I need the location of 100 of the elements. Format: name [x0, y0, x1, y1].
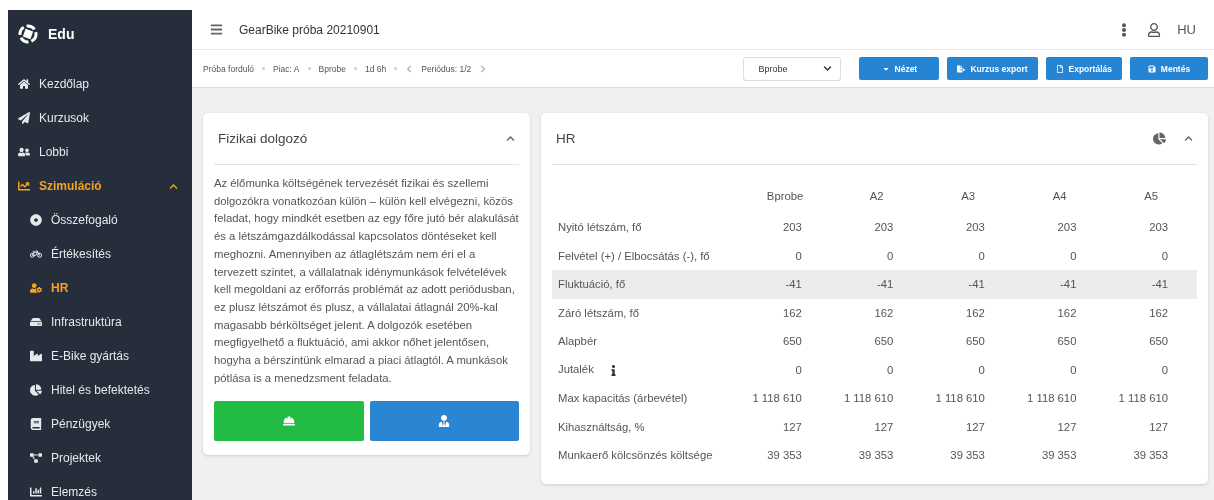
book-icon — [30, 418, 42, 430]
nav-item[interactable]: Kezdőlap — [8, 67, 192, 101]
user-icon[interactable] — [1147, 22, 1162, 37]
diagram-icon — [30, 452, 42, 464]
table-cell-text: 127 — [1148, 419, 1169, 435]
nav-item[interactable]: Infrastruktúra — [8, 305, 192, 339]
card-title: Fizikai dolgozó — [218, 131, 309, 146]
drive-icon — [30, 316, 42, 328]
table-cell: -41 — [1013, 270, 1106, 299]
businessman-icon — [438, 415, 451, 428]
row-label: Fluktuáció, fő — [552, 270, 740, 299]
logo-icon — [18, 24, 38, 44]
chevron-up-icon[interactable] — [506, 134, 515, 143]
table-cell-text: 39 353 — [1040, 448, 1078, 464]
table-cell-text: 203 — [1148, 220, 1169, 236]
nav-item[interactable]: Hitel és befektetés — [8, 373, 192, 407]
chevron-down-icon — [823, 64, 833, 73]
table-cell-text: 127 — [1056, 419, 1078, 435]
nav-item[interactable]: HR — [8, 271, 192, 305]
nav-item[interactable]: Elemzés — [8, 475, 192, 500]
toolbar-button[interactable]: Nézet — [859, 57, 940, 80]
worker-icon — [282, 415, 295, 428]
separator-dot — [353, 67, 357, 70]
menu-icon[interactable] — [210, 23, 223, 36]
table-cell: 0 — [922, 241, 1014, 270]
file-export-icon — [957, 64, 966, 73]
save-icon — [1147, 64, 1156, 73]
chevron-up-icon — [169, 181, 178, 191]
table-cell: 162 — [1013, 298, 1106, 327]
bar-chart-icon — [30, 486, 42, 498]
separator-dot — [307, 67, 311, 70]
table-cell: -41 — [922, 270, 1014, 299]
table-cell-text: 0 — [886, 362, 895, 378]
table-cell: 0 — [1105, 241, 1197, 270]
pie-chart-icon[interactable] — [1153, 132, 1166, 145]
table-cell-text: 127 — [782, 419, 803, 435]
row-label: Max kapacitás (árbevétel) — [557, 391, 689, 407]
paper-plane-icon — [18, 112, 30, 124]
table-cell-text: 39 353 — [857, 448, 895, 464]
line-chart-icon — [18, 180, 30, 192]
table-cell-text: 203 — [782, 220, 803, 236]
table-cell-text: 650 — [965, 334, 986, 350]
toolbar-button[interactable]: Exportálás — [1045, 57, 1122, 80]
row-label: Alapbér — [557, 334, 598, 350]
row-label: Munkaerő kölcsönzés költsége — [557, 448, 714, 464]
table-cell: 0 — [739, 241, 831, 270]
nav-item[interactable]: Összefogaló — [8, 203, 192, 237]
table-cell-text: 650 — [873, 334, 895, 350]
table-cell-text: 650 — [1148, 334, 1169, 350]
table-cell: -41 — [1105, 270, 1197, 299]
separator-dot — [394, 67, 398, 70]
table-cell-text: 39 353 — [1132, 448, 1169, 464]
worker-type-button[interactable] — [214, 401, 364, 442]
table-cell: -41 — [830, 270, 923, 299]
table-cell-text: 650 — [782, 334, 803, 350]
nav-item[interactable]: Pénzügyek — [8, 407, 192, 441]
table-cell-text: 650 — [1056, 334, 1078, 350]
description-text: Az élőmunka költségének tervezését fizikai és szellemi dolgozókra vonatkozóan külön – külön kell elvégezni, közös feladat, hogy mindkét esetben az egy főre jutó bér alakulását és a létszámgazdálkodással kapcsolatos döntéseket kell meghozni. Amennyiben az átlaglétszám nem éri el a tervezett szintet, a vállalatnak idénymunkások felvételévek kell megoldani az erőforrás problémát az adott periódusban, ez plusz létszámot és plusz, a vállalatai átlagnál 20%-kal magasabb bérköltséget jelent. A dolgozók esetében megfigyelhető a fluktuáció, ami akkor nőhet jelentősen, hogyha a bérszintünk elmarad a piaci átlagtól. A munkások pótlása is a menedzsment feladata. — [214, 176, 519, 386]
breadcrumb-item: Próba forduló — [203, 63, 255, 74]
column-header: Bprobe — [765, 189, 805, 204]
page-title: GearBike próba 20210901 — [239, 22, 381, 37]
table-cell-text: 203 — [873, 220, 895, 236]
table-cell-text: 1 118 610 — [842, 391, 895, 407]
table-cell-text: 1 118 610 — [934, 391, 986, 407]
table-cell-text: 1 118 610 — [1117, 391, 1169, 407]
toolbar-button[interactable]: Kurzus export — [947, 57, 1038, 80]
toolbar-button[interactable]: Mentés — [1130, 57, 1208, 80]
chevron-up-icon[interactable] — [1184, 134, 1193, 143]
nav-item[interactable]: Szimuláció — [8, 169, 192, 203]
nav-item[interactable]: Kurzusok — [8, 101, 192, 135]
table-cell-text: 203 — [1056, 220, 1078, 236]
factory-icon — [30, 350, 42, 362]
brand-name: Edu — [48, 26, 75, 42]
row-label: Kihasználtság, % — [557, 419, 646, 435]
table-cell: 162 — [1105, 298, 1197, 327]
column-header: A2 — [868, 189, 885, 204]
language-label[interactable]: HU — [1177, 22, 1196, 37]
table-cell-text: 0 — [1069, 362, 1078, 378]
nav-item[interactable]: Lobbi — [8, 135, 192, 169]
table-cell: 162 — [830, 298, 923, 327]
table-cell-text: 0 — [794, 362, 803, 378]
target-icon — [30, 214, 42, 226]
users-icon — [18, 146, 30, 158]
pie-chart-icon — [30, 384, 42, 396]
user-gear-icon — [30, 282, 42, 294]
column-header: A5 — [1143, 189, 1160, 204]
home-icon — [18, 78, 30, 90]
table-cell-text: 203 — [965, 220, 986, 236]
worker-type-button[interactable] — [369, 401, 519, 442]
table-cell: 0 — [1013, 241, 1106, 270]
nav-item[interactable]: Értékesítés — [8, 237, 192, 271]
table-cell: 0 — [830, 241, 923, 270]
table-cell-text: 1 118 610 — [1026, 391, 1078, 407]
breadcrumb-item: 1d 6h — [364, 63, 387, 74]
nav-item[interactable]: Projektek — [8, 441, 192, 475]
table-cell: 162 — [739, 298, 831, 327]
select-field[interactable]: Bprobe — [743, 56, 842, 81]
nav-item[interactable]: E-Bike gyártás — [8, 339, 192, 373]
table-cell-text: 0 — [1160, 362, 1169, 378]
table-cell-text: 0 — [977, 362, 986, 378]
